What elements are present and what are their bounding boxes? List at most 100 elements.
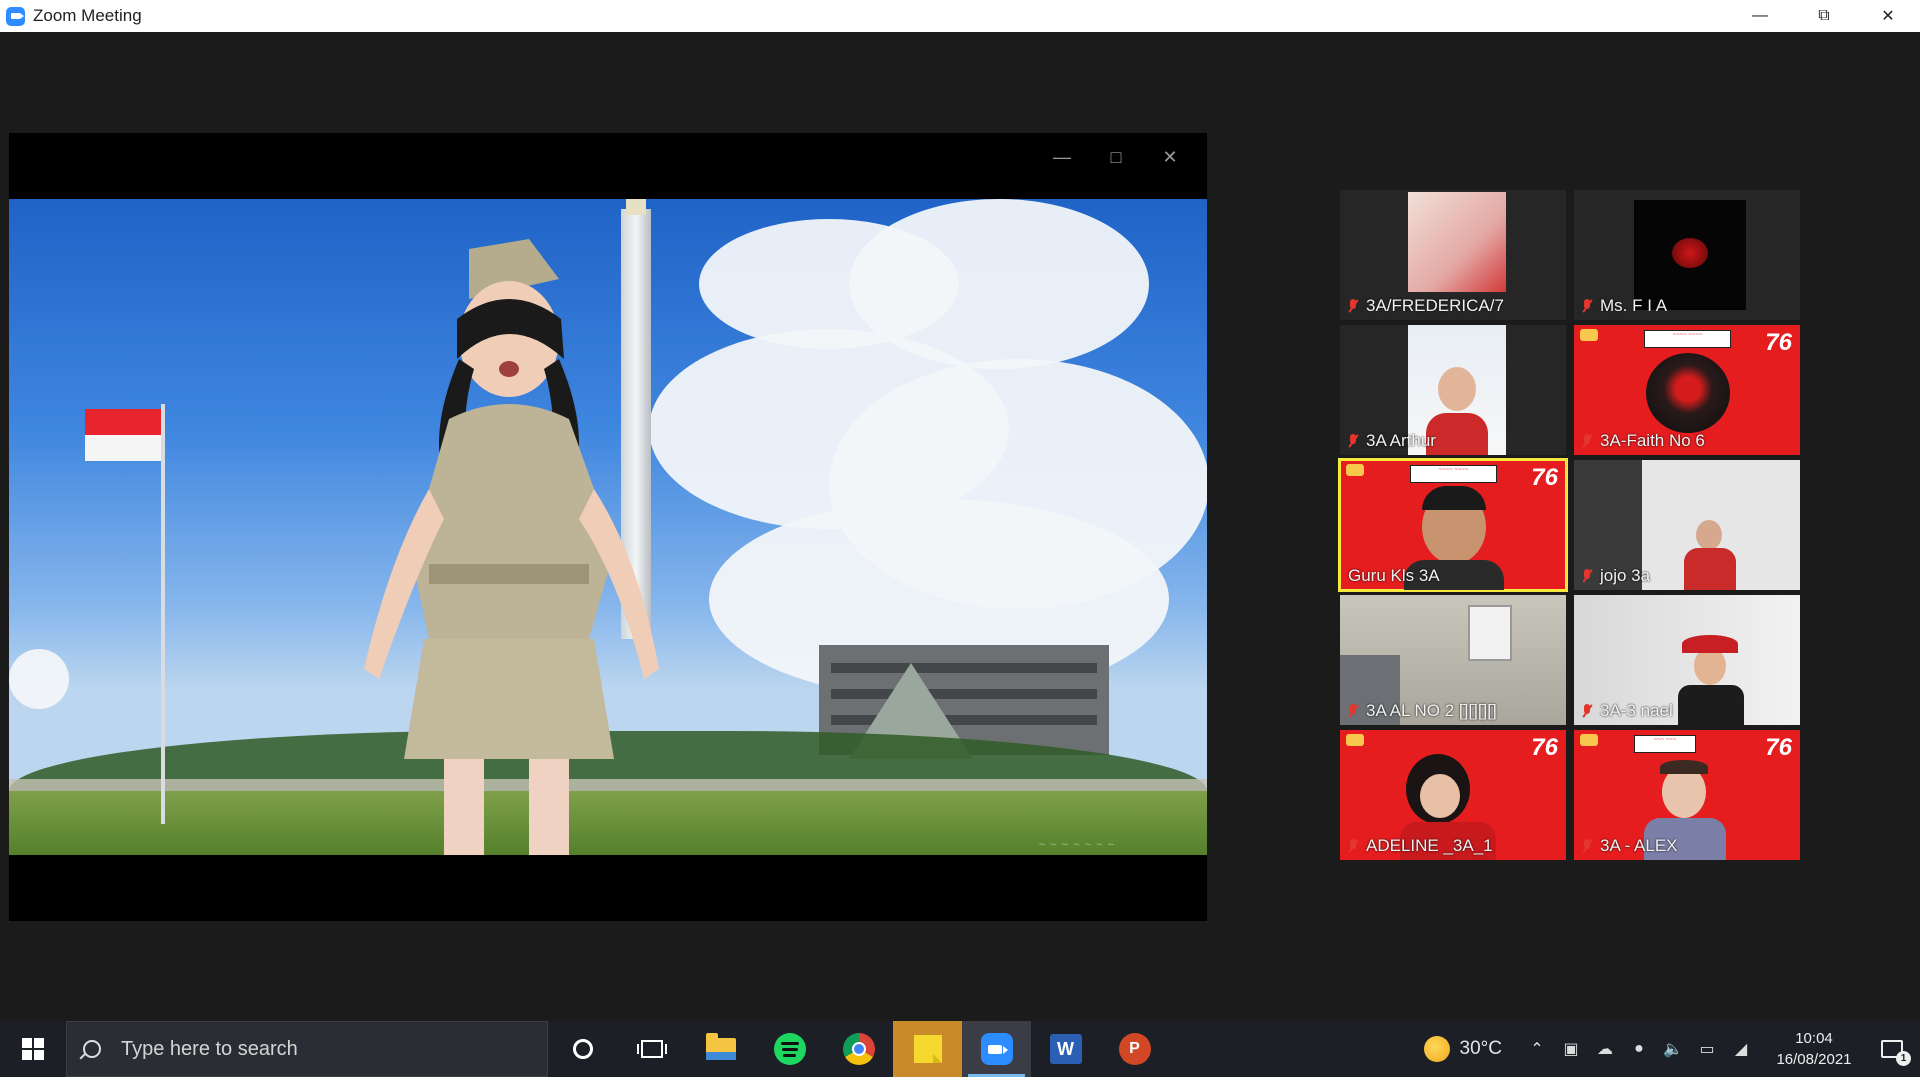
participant-name: 3A AL NO 2 [][][][] (1366, 701, 1497, 720)
participant-video (1408, 192, 1506, 292)
chevron-up-icon[interactable]: ⌃ (1520, 1021, 1554, 1077)
powerpoint-icon: P (1118, 1033, 1151, 1065)
participant-tile[interactable]: 3A AL NO 2 [][][][] (1340, 595, 1566, 725)
participant-tile[interactable]: ~~~ ~~~ 76 3A - ALEX (1574, 730, 1800, 860)
mic-muted-icon (1582, 568, 1592, 584)
zoom-logo-icon (6, 6, 25, 26)
notification-icon: 1 (1881, 1040, 1911, 1066)
close-button[interactable]: ✕ (1856, 0, 1920, 32)
participant-avatar (1634, 200, 1746, 310)
share-maximize-button[interactable]: □ (1089, 139, 1143, 175)
video-watermark: ~ ~ ~ ~ ~ ~ ~ (1038, 839, 1115, 851)
mic-muted-icon (1348, 433, 1358, 449)
share-minimize-button[interactable]: — (1035, 139, 1089, 175)
chrome-button[interactable] (824, 1021, 893, 1077)
participant-name: 3A-3 nael (1600, 701, 1673, 720)
taskbar: Type here to search W P 30°C ⌃ ▣ ☁ ● 🔈 ▭… (0, 1021, 1920, 1077)
rose-icon (1672, 238, 1708, 268)
mic-muted-icon (1582, 703, 1592, 719)
indonesian-flag-icon (85, 409, 161, 461)
wifi-icon[interactable]: ◢ (1724, 1021, 1758, 1077)
share-close-button[interactable]: ✕ (1143, 139, 1197, 175)
participant-name: 3A-Faith No 6 (1600, 431, 1705, 450)
zoom-taskbar-button[interactable] (962, 1021, 1031, 1077)
onedrive-cloud-icon[interactable]: ☁ (1588, 1021, 1622, 1077)
sticky-notes-icon (913, 1035, 942, 1063)
school-logo-icon (1580, 329, 1598, 341)
participant-tile[interactable]: jojo 3a (1574, 460, 1800, 590)
participant-name: 3A Arthur (1366, 431, 1436, 450)
spotify-button[interactable] (755, 1021, 824, 1077)
zoom-icon (980, 1033, 1013, 1065)
banner-number: 76 (1765, 329, 1792, 356)
shared-screen-controls: — □ ✕ (1035, 139, 1197, 175)
task-view-button[interactable] (617, 1021, 686, 1077)
participant-name: Guru Kls 3A (1348, 566, 1440, 585)
file-explorer-button[interactable] (686, 1021, 755, 1077)
participant-name: jojo 3a (1600, 566, 1651, 585)
participant-tile[interactable]: 3A-3 nael (1574, 595, 1800, 725)
participant-name: 3A/FREDERICA/7 (1366, 296, 1504, 315)
mic-muted-icon (1582, 838, 1592, 854)
folder-icon (705, 1033, 736, 1060)
singer-figure (364, 239, 659, 855)
battery-icon[interactable]: ▭ (1690, 1021, 1724, 1077)
participant-tile[interactable]: Ms. F I A (1574, 190, 1800, 320)
shared-screen-window: — □ ✕ ~ ~ ~ ~ ~ ~ ~ (9, 133, 1207, 921)
window-title: Zoom Meeting (33, 6, 142, 25)
word-button[interactable]: W (1031, 1021, 1100, 1077)
school-logo-icon (1580, 734, 1598, 746)
search-placeholder: Type here to search (121, 1037, 298, 1060)
sticky-notes-button[interactable] (893, 1021, 962, 1077)
participant-gallery: 3A/FREDERICA/7 Ms. F I A 3A Arthur ~~~~ … (1338, 190, 1805, 862)
window-controls: — ⧉ ✕ (1728, 0, 1920, 32)
windows-icon (22, 1038, 44, 1060)
volume-icon[interactable]: 🔈 (1656, 1021, 1690, 1077)
mic-muted-icon (1348, 838, 1358, 854)
task-view-icon (636, 1040, 667, 1058)
school-logo-icon (1346, 734, 1364, 746)
minimize-button[interactable]: — (1728, 0, 1792, 32)
participant-video (1646, 353, 1730, 433)
title-bar: Zoom Meeting — ⧉ ✕ (0, 0, 1920, 32)
mic-muted-icon (1582, 298, 1592, 314)
taskbar-search[interactable]: Type here to search (66, 1021, 548, 1077)
banner: ~~~~ ~~~~ (1644, 330, 1731, 348)
participant-tile[interactable]: ~~~~ ~~~~ 76 3A-Faith No 6 (1574, 325, 1800, 455)
participant-tile-active-speaker[interactable]: ~~~~ ~~~~ 76 Guru Kls 3A (1338, 458, 1568, 592)
clock[interactable]: 10:04 16/08/2021 (1764, 1028, 1864, 1070)
clock-time: 10:04 (1795, 1030, 1833, 1047)
start-button[interactable] (0, 1021, 66, 1077)
search-icon (83, 1040, 101, 1058)
mic-muted-icon (1348, 703, 1358, 719)
spotify-icon (773, 1033, 806, 1065)
word-icon: W (1049, 1034, 1082, 1064)
banner-number: 76 (1765, 734, 1792, 761)
powerpoint-button[interactable]: P (1100, 1021, 1169, 1077)
participant-tile[interactable]: 3A/FREDERICA/7 (1340, 190, 1566, 320)
school-logo-icon (1346, 464, 1364, 476)
participant-name: ADELINE _3A_1 (1366, 836, 1493, 855)
notification-badge: 1 (1896, 1051, 1911, 1066)
participant-name: Ms. F I A (1600, 296, 1668, 315)
banner-number: 76 (1531, 464, 1558, 491)
participant-tile[interactable]: 76 ADELINE _3A_1 (1340, 730, 1566, 860)
system-tray: 30°C ⌃ ▣ ☁ ● 🔈 ▭ ◢ 10:04 16/08/2021 1 (1423, 1021, 1920, 1077)
restore-button[interactable]: ⧉ (1792, 0, 1856, 32)
microphone-icon[interactable]: ● (1622, 1021, 1656, 1077)
weather-icon[interactable] (1423, 1036, 1450, 1062)
device-icon[interactable]: ▣ (1554, 1021, 1588, 1077)
temperature[interactable]: 30°C (1460, 1038, 1502, 1060)
flagpole (161, 404, 165, 824)
participant-name: 3A - ALEX (1600, 836, 1678, 855)
banner: ~~~ ~~~ (1634, 735, 1696, 753)
mic-muted-icon (1582, 433, 1592, 449)
cortana-icon (572, 1039, 593, 1059)
banner: ~~~~ ~~~~ (1410, 465, 1497, 483)
participant-tile[interactable]: 3A Arthur (1340, 325, 1566, 455)
cortana-button[interactable] (548, 1021, 617, 1077)
notifications-button[interactable]: 1 (1864, 1021, 1920, 1077)
banner-number: 76 (1531, 734, 1558, 761)
shared-video: ~ ~ ~ ~ ~ ~ ~ (9, 199, 1207, 855)
chrome-icon (842, 1033, 875, 1065)
